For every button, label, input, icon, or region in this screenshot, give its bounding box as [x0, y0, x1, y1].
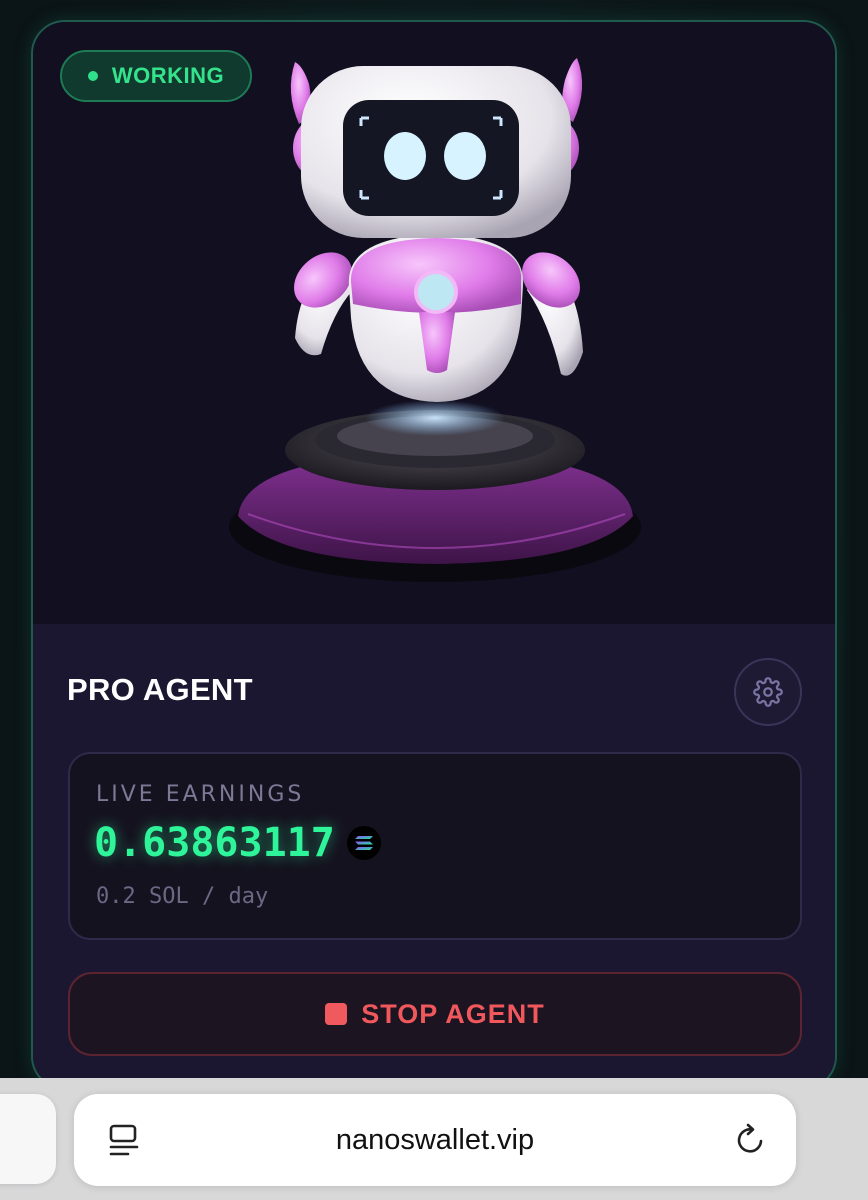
settings-button[interactable]: [734, 658, 802, 726]
agent-name: PRO AGENT: [67, 672, 253, 707]
agent-details: PRO AGENT LIVE EARNINGS 0.63863117 0.2 S…: [33, 624, 835, 1088]
previous-tab-preview[interactable]: [0, 1094, 56, 1184]
robot-chest-light: [414, 270, 458, 314]
stop-square-icon: [325, 1003, 348, 1025]
robot-face-screen: [343, 100, 519, 216]
gear-icon: [753, 677, 783, 707]
status-dot-icon: [87, 71, 98, 81]
agent-card: WORKING PRO AGENT LIVE EARNINGS 0.638631…: [31, 20, 837, 1090]
agent-hero: WORKING: [33, 22, 835, 624]
earnings-value-row: 0.63863117: [94, 820, 381, 866]
stop-agent-button[interactable]: STOP AGENT: [68, 972, 802, 1056]
robot-illustration: [229, 58, 641, 582]
reload-icon[interactable]: [732, 1122, 768, 1158]
earnings-value: 0.63863117: [94, 820, 335, 866]
live-earnings-panel: LIVE EARNINGS 0.63863117 0.2 SOL / day: [68, 752, 802, 940]
earnings-rate: 0.2 SOL / day: [96, 884, 269, 909]
pedestal-glow: [365, 400, 505, 436]
robot-right-eye: [444, 132, 486, 180]
address-bar[interactable]: nanoswallet.vip: [74, 1094, 796, 1186]
robot-left-eye: [384, 132, 426, 180]
url-text[interactable]: nanoswallet.vip: [74, 1094, 796, 1186]
stop-agent-label: STOP AGENT: [361, 998, 545, 1029]
browser-toolbar: nanoswallet.vip: [0, 1078, 868, 1200]
earnings-label: LIVE EARNINGS: [96, 782, 305, 807]
status-badge: WORKING: [60, 50, 252, 102]
solana-icon: [346, 826, 381, 860]
status-badge-label: WORKING: [111, 63, 225, 88]
